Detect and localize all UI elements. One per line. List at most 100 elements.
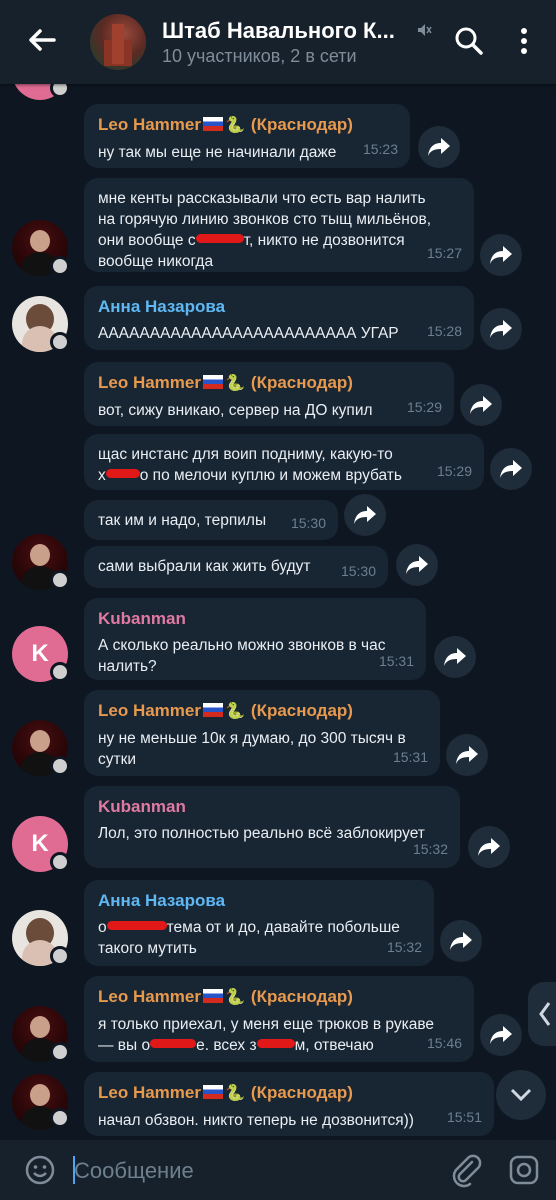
message-bubble[interactable]: Leo Hammer 🐍 (Краснодар) ну не меньше 10к … [84,690,440,776]
share-button[interactable] [396,544,438,586]
russia-flag-icon [202,1085,223,1099]
snake-emoji-icon: 🐍 [224,989,245,1006]
message-list[interactable]: Leo Hammer 🐍 (Краснодар) ну так мы еще не … [0,0,556,1140]
message-text: Лол, это полностью реально всё заблокиру… [98,825,425,842]
emoji-button[interactable] [24,1154,56,1186]
share-button[interactable] [344,494,386,536]
back-button[interactable] [24,22,60,58]
sender-name[interactable]: Kubanman [98,608,412,629]
online-status-dot [50,662,70,682]
share-icon [490,1026,512,1044]
share-button[interactable] [480,234,522,276]
redaction-mark [105,469,140,478]
sender-name[interactable]: Анна Назарова [98,890,420,911]
message-time: 15:31 [378,653,414,669]
search-button[interactable] [452,24,486,58]
camera-icon [509,1155,539,1185]
share-icon [354,506,376,524]
message-time: 15:29 [406,399,442,415]
online-status-dot [50,1042,70,1062]
message-text: ну так мы еще не начинали даже [98,144,337,161]
menu-button[interactable] [512,24,536,58]
message-time: 15:51 [446,1109,482,1125]
sender-name[interactable]: Leo Hammer 🐍 (Краснодар) [98,700,426,722]
share-button[interactable] [440,920,482,962]
share-button[interactable] [480,1014,522,1056]
redaction-mark [256,1039,295,1048]
message-bubble[interactable]: Leo Hammer 🐍 (Краснодар) я только приехал,… [84,976,474,1062]
message-text: вот, сижу вникаю, сервер на ДО купил [98,402,373,419]
side-panel-tab[interactable] [528,982,556,1046]
message-bubble[interactable]: Анна Назарова ААААААААААААААААААААААААА … [84,286,474,350]
message-text: ну не меньше 10к я думаю, до 300 тысяч в… [98,730,406,768]
camera-button[interactable] [508,1154,540,1186]
snake-emoji-icon: 🐍 [224,703,245,720]
attach-button[interactable] [450,1152,482,1188]
snake-emoji-icon: 🐍 [224,1085,245,1102]
chat-subtitle: 10 участников, 2 в сети [162,46,357,66]
share-icon [490,320,512,338]
mute-icon [416,22,432,38]
share-button[interactable] [468,826,510,868]
message-time: 15:32 [386,939,422,955]
message-bubble[interactable]: сами выбрали как жить будут 15:30 [84,546,388,588]
chat-avatar[interactable] [90,14,146,70]
chat-title[interactable]: Штаб Навального К... [162,18,395,44]
message-time: 15:46 [426,1035,462,1051]
message-text: мне кенты рассказывали что есть вар нали… [98,190,432,270]
message-bubble[interactable]: мне кенты рассказывали что есть вар нали… [84,178,474,272]
redaction-mark [195,234,244,243]
message-bubble[interactable]: так им и надо, терпилы 15:30 [84,500,338,540]
online-status-dot [50,256,70,276]
russia-flag-icon [202,989,223,1003]
share-icon [470,396,492,414]
emoji-icon [25,1155,55,1185]
share-button[interactable] [490,448,532,490]
share-button[interactable] [434,636,476,678]
message-text: ААААААААААААААААААААААААА УГАР [98,325,399,342]
message-text: о тема от и до, давайте побольше такого м… [98,919,400,957]
message-input[interactable] [72,1150,436,1192]
scroll-down-button[interactable] [496,1070,546,1120]
online-status-dot [50,332,70,352]
share-button[interactable] [480,308,522,350]
share-icon [450,932,472,950]
text-cursor [73,1156,75,1184]
share-button[interactable] [446,734,488,776]
sender-name[interactable]: Leo Hammer 🐍 (Краснодар) [98,372,440,394]
chat-header: Штаб Навального К... 10 участников, 2 в … [0,0,556,84]
message-bubble[interactable]: Leo Hammer 🐍 (Краснодар) вот, сижу вникаю,… [84,362,454,426]
online-status-dot [50,570,70,590]
message-bubble[interactable]: Leo Hammer 🐍 (Краснодар) начал обзвон. ник… [84,1072,494,1136]
message-text: сами выбрали как жить будут [98,558,311,575]
share-icon [456,746,478,764]
share-icon [500,460,522,478]
message-bubble[interactable]: Kubanman Лол, это полностью реально всё … [84,786,460,868]
message-time: 15:30 [290,515,326,531]
message-bubble[interactable]: щас инстанс для воип подниму, какую-то х… [84,434,484,490]
sender-name[interactable]: Leo Hammer 🐍 (Краснодар) [98,986,460,1008]
sender-name[interactable]: Leo Hammer 🐍 (Краснодар) [98,1082,480,1104]
share-button[interactable] [418,126,460,168]
message-bubble[interactable]: Kubanman А сколько реально можно звонков… [84,598,426,680]
snake-emoji-icon: 🐍 [224,117,245,134]
share-icon [406,556,428,574]
snake-emoji-icon: 🐍 [224,375,245,392]
message-bubble[interactable]: Leo Hammer 🐍 (Краснодар) ну так мы еще не … [84,104,410,168]
message-time: 15:23 [362,141,398,157]
sender-name[interactable]: Leo Hammer 🐍 (Краснодар) [98,114,396,136]
sender-name[interactable]: Kubanman [98,796,446,817]
online-status-dot [50,852,70,872]
message-time: 15:31 [392,749,428,765]
message-time: 15:30 [340,563,376,579]
redaction-mark [150,1039,197,1048]
share-button[interactable] [460,384,502,426]
online-status-dot [50,1108,70,1128]
russia-flag-icon [202,375,223,389]
sender-name[interactable]: Анна Назарова [98,296,460,317]
share-icon [478,838,500,856]
message-time: 15:29 [436,463,472,479]
message-bubble[interactable]: Анна Назарова о тема от и до, давайте поб… [84,880,434,966]
russia-flag-icon [202,703,223,717]
online-status-dot [50,756,70,776]
